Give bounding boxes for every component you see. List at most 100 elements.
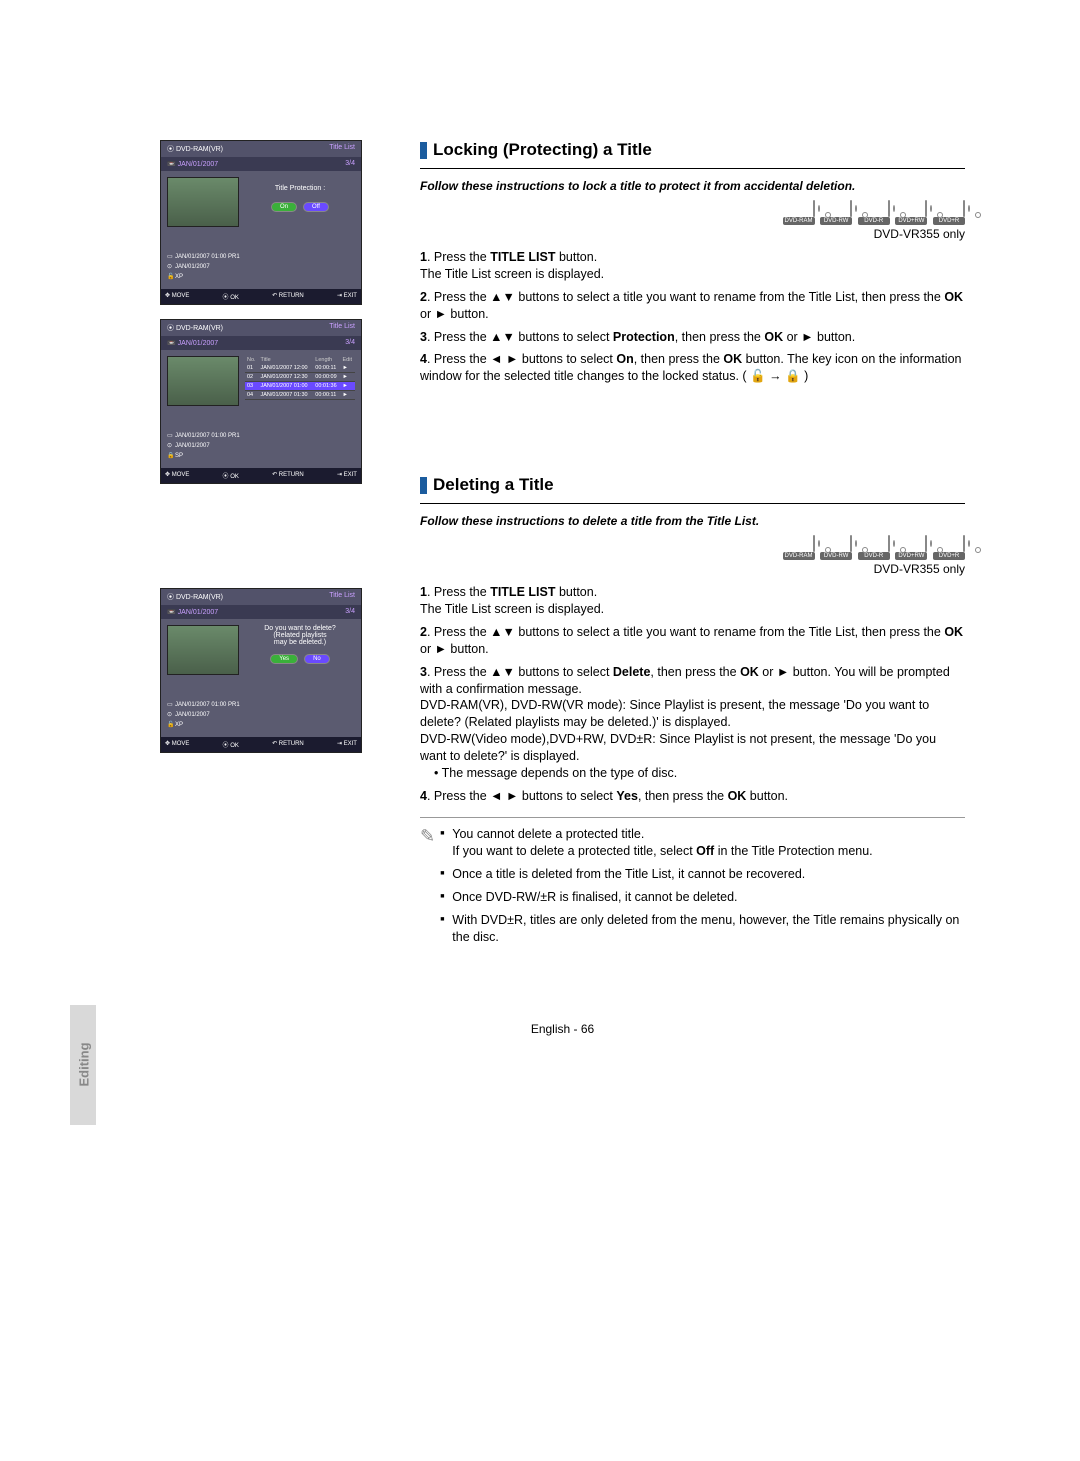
table-row[interactable]: 03JAN/01/2007 01:0000:01:36► — [245, 382, 355, 391]
osd-info-title: JAN/01/2007 01:00 PR1 — [175, 432, 240, 441]
osd-thumbnail — [167, 177, 239, 227]
osd-btn-yes[interactable]: Yes — [270, 654, 298, 664]
osd-btn-on[interactable]: On — [271, 202, 297, 212]
section-rule — [420, 168, 965, 169]
disc-label: DVD-R — [858, 217, 890, 225]
step-item: 3. Press the ▲▼ buttons to select Delete… — [420, 664, 965, 783]
note-item: Once a title is deleted from the Title L… — [440, 866, 965, 883]
osd-info-date: JAN/01/2007 — [175, 711, 210, 720]
osd-info-date: JAN/01/2007 — [175, 263, 210, 272]
section-bar-icon — [420, 142, 427, 159]
section2-intro: Follow these instructions to delete a ti… — [420, 514, 965, 528]
section-rule — [420, 503, 965, 504]
disc-label: DVD-RAM — [783, 552, 815, 560]
step-item: 4. Press the ◄ ► buttons to select On, t… — [420, 351, 965, 385]
step-item: 1. Press the TITLE LIST button. The Titl… — [420, 249, 965, 283]
disc-icon — [813, 535, 815, 552]
table-row[interactable]: 01JAN/01/2007 12:0000:00:11► — [245, 364, 355, 373]
step-item: 2. Press the ▲▼ buttons to select a titl… — [420, 624, 965, 658]
disc-icon — [925, 535, 927, 552]
osd-info-date: JAN/01/2007 — [175, 442, 210, 451]
section-bar-icon — [420, 477, 427, 494]
disc-icon — [850, 535, 852, 552]
note-item: With DVD±R, titles are only deleted from… — [440, 912, 965, 946]
disc-label: DVD-RW — [820, 552, 852, 560]
osd-disc-label: ⦿ DVD-RAM(VR) — [167, 592, 223, 602]
osd-foot-exit: ⇥ EXIT — [337, 740, 357, 749]
osd-info-mode: XP — [175, 721, 183, 730]
osd-foot-return: ↶ RETURN — [272, 740, 304, 749]
osd-foot-return: ↶ RETURN — [272, 471, 304, 480]
model-note: DVD-VR355 only — [420, 227, 965, 241]
osd-page: 3/4 — [345, 608, 355, 616]
section1-intro: Follow these instructions to lock a titl… — [420, 179, 965, 193]
osd-date: 📼 JAN/01/2007 — [167, 339, 218, 347]
osd-title-list: Title List — [329, 592, 355, 602]
disc-label: DVD+R — [933, 552, 965, 560]
osd-foot-exit: ⇥ EXIT — [337, 292, 357, 301]
osd-foot-move: ✥ MOVE — [165, 740, 189, 749]
osd-date: 📼 JAN/01/2007 — [167, 160, 218, 168]
table-row[interactable]: 02JAN/01/2007 12:3000:00:09► — [245, 373, 355, 382]
col-edit: Edit — [341, 356, 355, 364]
osd-prot-label: Title Protection : — [245, 185, 355, 192]
col-length: Length — [313, 356, 340, 364]
table-row[interactable]: 04JAN/01/2007 01:3000:00:11► — [245, 391, 355, 400]
disc-label: DVD-RAM — [783, 217, 815, 225]
note-icon: ✎ — [420, 826, 440, 847]
osd-info-title: JAN/01/2007 01:00 PR1 — [175, 253, 240, 262]
disc-icon — [888, 535, 890, 552]
osd-disc-label: ⦿ DVD-RAM(VR) — [167, 144, 223, 154]
osd-del-q1: Do you want to delete? — [245, 625, 355, 632]
disc-icon — [963, 535, 965, 552]
osd-foot-return: ↶ RETURN — [272, 292, 304, 301]
osd-title-list: Title List — [329, 144, 355, 154]
osd-foot-ok: ⦿ OK — [223, 471, 239, 480]
col-title: Title — [258, 356, 313, 364]
disc-label: DVD+RW — [895, 552, 927, 560]
osd-delete: ⦿ DVD-RAM(VR) Title List 📼 JAN/01/2007 3… — [160, 588, 362, 753]
osd-btn-off[interactable]: Off — [303, 202, 329, 212]
osd-del-q2: (Related playlists — [245, 632, 355, 639]
osd-foot-exit: ⇥ EXIT — [337, 471, 357, 480]
step-bullet: The message depends on the type of disc. — [434, 765, 965, 783]
disc-label: DVD-R — [858, 552, 890, 560]
osd-info-title: JAN/01/2007 01:00 PR1 — [175, 701, 240, 710]
disc-icon — [925, 200, 927, 217]
step-item: 4. Press the ◄ ► buttons to select Yes, … — [420, 788, 965, 805]
disc-icon — [963, 200, 965, 217]
osd-protection: ⦿ DVD-RAM(VR) Title List 📼 JAN/01/2007 3… — [160, 140, 362, 305]
osd-page: 3/4 — [345, 339, 355, 347]
step-item: 2. Press the ▲▼ buttons to select a titl… — [420, 289, 965, 323]
osd-thumbnail — [167, 356, 239, 406]
disc-icon — [850, 200, 852, 217]
note-item: You cannot delete a protected title. If … — [440, 826, 965, 860]
disc-icons-row: DVD-RAM DVD-RW DVD-R DVD+RW DVD+R — [420, 201, 965, 225]
side-tab-editing: Editing — [70, 1005, 96, 1125]
osd-date: 📼 JAN/01/2007 — [167, 608, 218, 616]
osd-btn-no[interactable]: No — [304, 654, 330, 664]
section-title-locking: Locking (Protecting) a Title — [433, 140, 652, 160]
note-box: ✎ You cannot delete a protected title. I… — [420, 817, 965, 951]
disc-label: DVD-RW — [820, 217, 852, 225]
osd-del-q3: may be deleted.) — [245, 639, 355, 646]
model-note: DVD-VR355 only — [420, 562, 965, 576]
steps-deleting: 1. Press the TITLE LIST button. The Titl… — [420, 584, 965, 805]
disc-label: DVD+R — [933, 217, 965, 225]
osd-foot-ok: ⦿ OK — [223, 740, 239, 749]
disc-label: DVD+RW — [895, 217, 927, 225]
osd-info-mode: XP — [175, 273, 183, 282]
disc-icon — [888, 200, 890, 217]
note-item: Once DVD-RW/±R is finalised, it cannot b… — [440, 889, 965, 906]
osd-foot-move: ✥ MOVE — [165, 292, 189, 301]
page-footer: English - 66 — [160, 1022, 965, 1036]
step-item: 3. Press the ▲▼ buttons to select Protec… — [420, 329, 965, 346]
osd-info-mode: SP — [175, 452, 183, 461]
steps-locking: 1. Press the TITLE LIST button. The Titl… — [420, 249, 965, 385]
disc-icons-row: DVD-RAM DVD-RW DVD-R DVD+RW DVD+R — [420, 536, 965, 560]
osd-title-list: Title List — [329, 323, 355, 333]
osd-page: 3/4 — [345, 160, 355, 168]
osd-list: ⦿ DVD-RAM(VR) Title List 📼 JAN/01/2007 3… — [160, 319, 362, 484]
osd-foot-move: ✥ MOVE — [165, 471, 189, 480]
step-item: 1. Press the TITLE LIST button. The Titl… — [420, 584, 965, 618]
